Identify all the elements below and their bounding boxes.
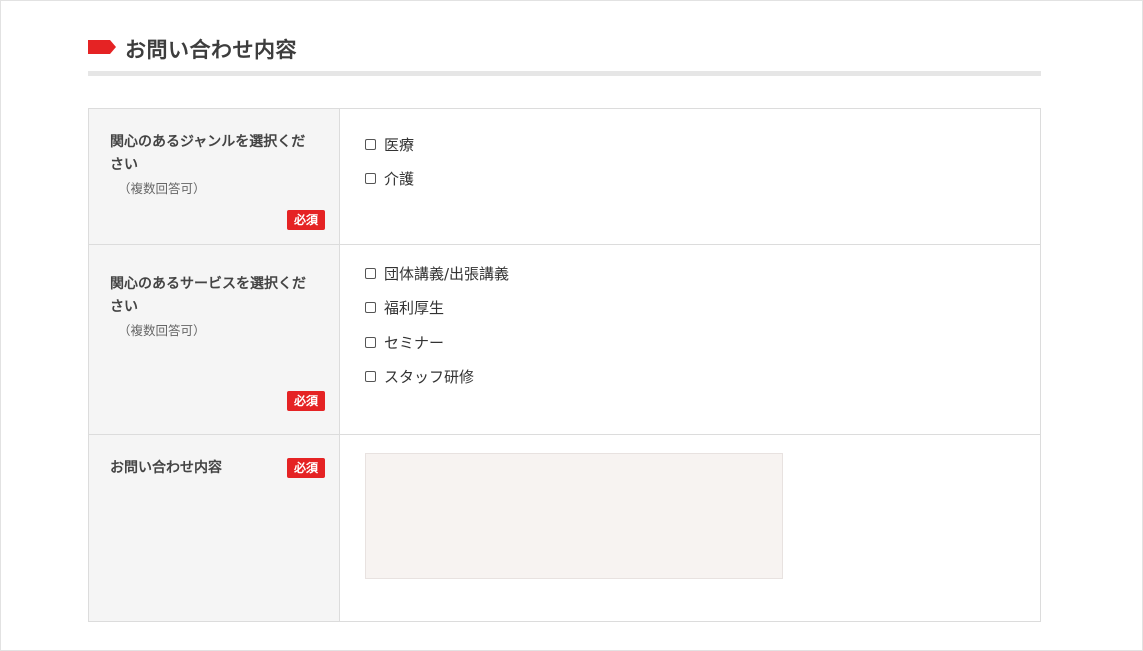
inquiry-textarea[interactable] [365, 453, 783, 579]
checkbox-medical[interactable] [365, 138, 376, 150]
section-title: お問い合わせ内容 [125, 38, 297, 62]
form-row-genre: 関心のあるジャンルを選択ください （複数回答可） 必須 医療 介護 [89, 109, 1040, 245]
form-row-inquiry: お問い合わせ内容 必須 [89, 435, 1040, 621]
option-label: セミナー [384, 333, 445, 352]
service-note: （複数回答可） [118, 323, 206, 338]
checkbox-staff-training[interactable] [365, 371, 376, 383]
genre-label: 関心のあるジャンルを選択ください [110, 134, 306, 173]
option-staff-training[interactable]: スタッフ研修 [365, 360, 1040, 395]
option-welfare[interactable]: 福利厚生 [365, 291, 1040, 326]
checkbox-seminar[interactable] [365, 336, 376, 348]
inquiry-form-table: 関心のあるジャンルを選択ください （複数回答可） 必須 医療 介護 関心のあるサ… [88, 108, 1041, 622]
value-cell-genre: 医療 介護 [340, 109, 1040, 244]
checkbox-nursing-care[interactable] [365, 173, 376, 185]
required-badge: 必須 [286, 458, 325, 478]
option-medical[interactable]: 医療 [365, 127, 1040, 162]
option-label: スタッフ研修 [384, 368, 475, 387]
checkbox-welfare[interactable] [365, 302, 376, 314]
option-label: 団体講義/出張講義 [384, 264, 510, 283]
option-label: 医療 [384, 135, 415, 154]
service-label: 関心のあるサービスを選択ください [110, 276, 306, 315]
checkbox-group-lecture[interactable] [365, 267, 376, 279]
heading-marker-icon [88, 40, 116, 54]
option-seminar[interactable]: セミナー [365, 325, 1040, 360]
required-badge: 必須 [286, 391, 325, 411]
option-label: 福利厚生 [384, 299, 445, 318]
value-cell-inquiry [340, 435, 1040, 621]
section-heading: お問い合わせ内容 [88, 30, 1041, 76]
value-cell-service: 団体講義/出張講義 福利厚生 セミナー スタッフ研修 [340, 245, 1040, 434]
option-nursing-care[interactable]: 介護 [365, 162, 1040, 197]
required-badge: 必須 [286, 210, 325, 230]
label-cell-genre: 関心のあるジャンルを選択ください （複数回答可） 必須 [89, 109, 340, 244]
label-cell-service: 関心のあるサービスを選択ください （複数回答可） 必須 [89, 245, 340, 434]
option-label: 介護 [384, 170, 415, 189]
form-row-service: 関心のあるサービスを選択ください （複数回答可） 必須 団体講義/出張講義 福利… [89, 245, 1040, 435]
option-group-lecture[interactable]: 団体講義/出張講義 [365, 256, 1040, 291]
label-cell-inquiry: お問い合わせ内容 必須 [89, 435, 340, 621]
genre-note: （複数回答可） [118, 181, 206, 196]
